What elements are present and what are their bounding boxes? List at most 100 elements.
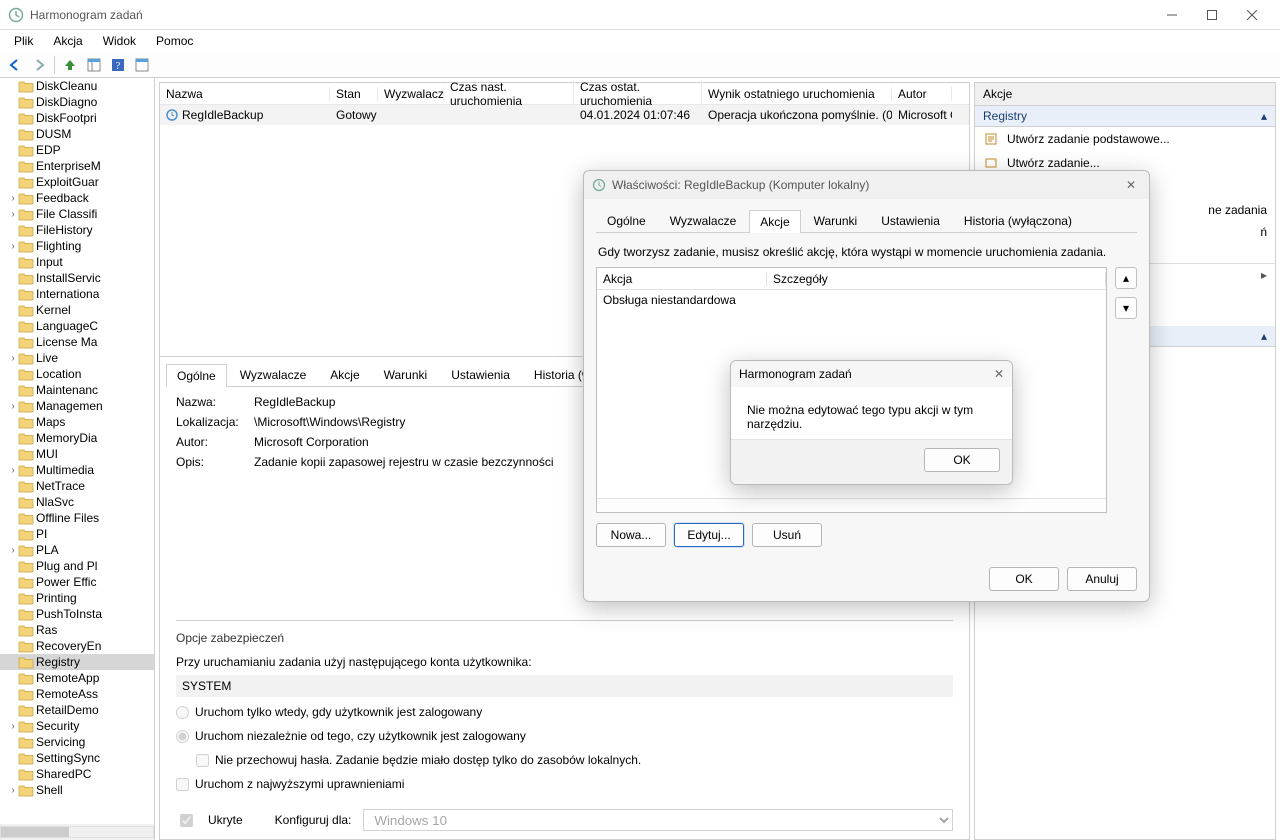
- dlg-tab-general[interactable]: Ogólne: [596, 209, 657, 232]
- actions-list-row[interactable]: Obsługa niestandardowa: [597, 290, 1106, 310]
- radio-indep[interactable]: [176, 730, 189, 743]
- tree-item[interactable]: ›File Classifi: [0, 206, 154, 222]
- tree-item[interactable]: Ras: [0, 622, 154, 638]
- action-create-basic[interactable]: Utwórz zadanie podstawowe...: [975, 127, 1275, 151]
- dialog-close-button[interactable]: ✕: [1121, 178, 1141, 192]
- dlg-tab-history[interactable]: Historia (wyłączona): [953, 209, 1083, 232]
- tree-item[interactable]: Maintenanc: [0, 382, 154, 398]
- tree-item[interactable]: PushToInsta: [0, 606, 154, 622]
- tree-item[interactable]: EDP: [0, 142, 154, 158]
- toolbar-pane-button[interactable]: [83, 54, 105, 76]
- tree-item[interactable]: Plug and Pl: [0, 558, 154, 574]
- tree-item[interactable]: FileHistory: [0, 222, 154, 238]
- menu-action[interactable]: Akcja: [43, 32, 92, 50]
- maximize-button[interactable]: [1192, 0, 1232, 30]
- tree-item[interactable]: Internationa: [0, 286, 154, 302]
- tree-item[interactable]: Maps: [0, 414, 154, 430]
- col-name[interactable]: Nazwa: [160, 87, 330, 101]
- col-action-hdr[interactable]: Akcja: [597, 272, 767, 286]
- tree-item[interactable]: Registry: [0, 654, 154, 670]
- task-row[interactable]: RegIdleBackup Gotowy 04.01.2024 01:07:46…: [160, 105, 969, 125]
- tree-item[interactable]: RemoteAss: [0, 686, 154, 702]
- col-state[interactable]: Stan: [330, 87, 378, 101]
- tree-item[interactable]: DiskFootpri: [0, 110, 154, 126]
- toolbar-preview-button[interactable]: [131, 54, 153, 76]
- tree-item[interactable]: ›Multimedia: [0, 462, 154, 478]
- col-lastrun[interactable]: Czas ostat. uruchomienia: [574, 80, 702, 108]
- tree-item[interactable]: Offline Files: [0, 510, 154, 526]
- tree-expander[interactable]: ›: [8, 465, 18, 476]
- tree-item[interactable]: Location: [0, 366, 154, 382]
- tree-item[interactable]: ›Shell: [0, 782, 154, 798]
- tree-expander[interactable]: ›: [8, 785, 18, 796]
- tree-item[interactable]: EnterpriseM: [0, 158, 154, 174]
- move-up-button[interactable]: ▴: [1115, 267, 1137, 289]
- config-for-select[interactable]: Windows 10: [363, 809, 953, 831]
- tree-expander[interactable]: ›: [8, 241, 18, 252]
- tree-scroll[interactable]: DiskCleanuDiskDiagnoDiskFootpriDUSMEDPEn…: [0, 78, 154, 824]
- col-author[interactable]: Autor: [892, 87, 952, 101]
- menu-view[interactable]: Widok: [93, 32, 146, 50]
- move-down-button[interactable]: ▾: [1115, 297, 1137, 319]
- tree-expander[interactable]: ›: [8, 353, 18, 364]
- tree-item[interactable]: License Ma: [0, 334, 154, 350]
- tree-item[interactable]: PI: [0, 526, 154, 542]
- col-result[interactable]: Wynik ostatniego uruchomienia: [702, 87, 892, 101]
- check-hidden[interactable]: [180, 814, 193, 827]
- col-triggers[interactable]: Wyzwalacze: [378, 87, 444, 101]
- tree-item[interactable]: ›Flighting: [0, 238, 154, 254]
- dlg-tab-conditions[interactable]: Warunki: [803, 209, 869, 232]
- tree-item[interactable]: LanguageC: [0, 318, 154, 334]
- tree-expander[interactable]: ›: [8, 721, 18, 732]
- tree-item[interactable]: SharedPC: [0, 766, 154, 782]
- close-button[interactable]: [1232, 0, 1272, 30]
- tree-item[interactable]: NetTrace: [0, 478, 154, 494]
- tree-item[interactable]: Input: [0, 254, 154, 270]
- tree-expander[interactable]: ›: [8, 545, 18, 556]
- actions-section-header[interactable]: Registry ▴: [975, 106, 1275, 127]
- nav-back-button[interactable]: [4, 54, 26, 76]
- check-elev[interactable]: [176, 778, 189, 791]
- tab-actions[interactable]: Akcje: [319, 363, 370, 386]
- edit-action-button[interactable]: Edytuj...: [674, 523, 744, 547]
- tree-item[interactable]: InstallServic: [0, 270, 154, 286]
- tree-item[interactable]: RemoteApp: [0, 670, 154, 686]
- tree-item[interactable]: Servicing: [0, 734, 154, 750]
- tree-item[interactable]: ExploitGuar: [0, 174, 154, 190]
- tree-hscrollbar[interactable]: [0, 824, 154, 840]
- nav-up-button[interactable]: [59, 54, 81, 76]
- dialog-ok-button[interactable]: OK: [989, 567, 1059, 591]
- dlg-tab-settings[interactable]: Ustawienia: [870, 209, 951, 232]
- tree-expander[interactable]: ›: [8, 401, 18, 412]
- new-action-button[interactable]: Nowa...: [596, 523, 666, 547]
- tree-item[interactable]: DUSM: [0, 126, 154, 142]
- tree-item[interactable]: NlaSvc: [0, 494, 154, 510]
- radio-logged[interactable]: [176, 706, 189, 719]
- tab-general[interactable]: Ogólne: [166, 364, 227, 387]
- check-nopw[interactable]: [196, 754, 209, 767]
- tree-item[interactable]: MemoryDia: [0, 430, 154, 446]
- minimize-button[interactable]: [1152, 0, 1192, 30]
- tree-item[interactable]: ›Managemen: [0, 398, 154, 414]
- tree-item[interactable]: ›PLA: [0, 542, 154, 558]
- tree-item[interactable]: ›Feedback: [0, 190, 154, 206]
- tree-item[interactable]: ›Security: [0, 718, 154, 734]
- messagebox-ok-button[interactable]: OK: [924, 448, 1000, 472]
- tree-expander[interactable]: ›: [8, 193, 18, 204]
- tree-item[interactable]: Kernel: [0, 302, 154, 318]
- tree-item[interactable]: DiskCleanu: [0, 78, 154, 94]
- tree-item[interactable]: SettingSync: [0, 750, 154, 766]
- tree-item[interactable]: DiskDiagno: [0, 94, 154, 110]
- tab-settings[interactable]: Ustawienia: [440, 363, 521, 386]
- tree-item[interactable]: Printing: [0, 590, 154, 606]
- messagebox-close-button[interactable]: ✕: [994, 367, 1004, 381]
- dlg-tab-actions[interactable]: Akcje: [749, 210, 800, 233]
- nav-forward-button[interactable]: [28, 54, 50, 76]
- toolbar-help-button[interactable]: ?: [107, 54, 129, 76]
- dialog-cancel-button[interactable]: Anuluj: [1067, 567, 1137, 591]
- col-details-hdr[interactable]: Szczegóły: [767, 272, 1106, 286]
- tree-item[interactable]: Power Effic: [0, 574, 154, 590]
- tab-conditions[interactable]: Warunki: [373, 363, 439, 386]
- tree-item[interactable]: RecoveryEn: [0, 638, 154, 654]
- menu-help[interactable]: Pomoc: [146, 32, 203, 50]
